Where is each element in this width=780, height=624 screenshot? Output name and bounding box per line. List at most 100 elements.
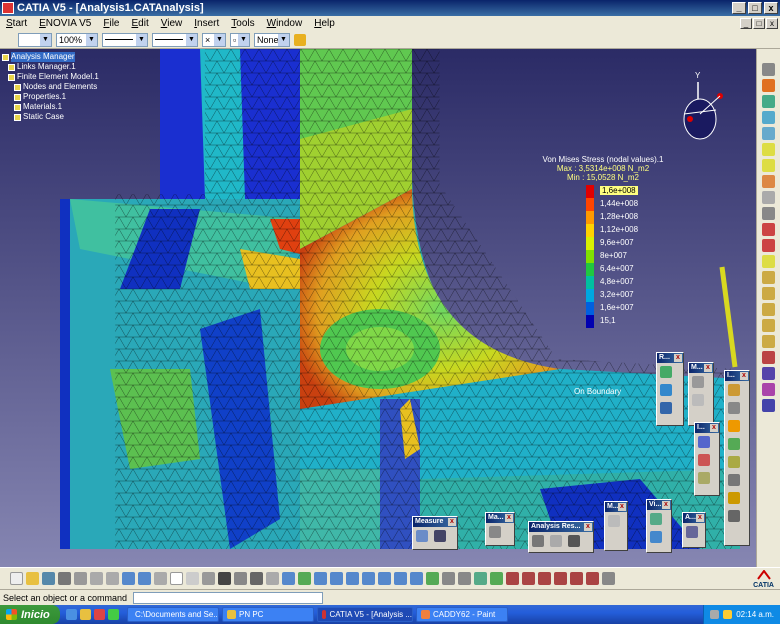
tree-node-links-manager[interactable]: Links Manager.1 <box>2 62 99 72</box>
compass[interactable]: Y <box>670 71 730 147</box>
close-icon[interactable]: x <box>704 364 712 372</box>
stress-icon[interactable] <box>647 528 665 546</box>
compute-icon[interactable] <box>725 381 743 399</box>
toolbar-tool-6-icon[interactable] <box>586 572 599 585</box>
tree-node-materials[interactable]: Materials.1 <box>2 102 99 112</box>
toolbar-icon-21[interactable] <box>762 383 775 396</box>
toolbar-tool-1-icon[interactable] <box>506 572 519 585</box>
tree-node-finite-element-model[interactable]: Finite Element Model.1 <box>2 72 99 82</box>
close-icon[interactable]: x <box>505 514 513 522</box>
pressure-icon[interactable] <box>695 451 713 469</box>
toolbar-icon-19[interactable] <box>762 351 775 364</box>
toolbar-icon-9[interactable] <box>762 191 775 204</box>
apply-material-icon[interactable] <box>490 572 503 585</box>
close-icon[interactable]: x <box>710 424 718 432</box>
measure-item-icon[interactable] <box>431 527 449 545</box>
deformation-icon[interactable] <box>647 510 665 528</box>
i-toolbar-2[interactable]: I... x <box>724 370 750 546</box>
start-button[interactable]: Inicio <box>0 605 60 624</box>
tree-node-nodes-and-elements[interactable]: Nodes and Elements <box>2 82 99 92</box>
close-icon[interactable]: x <box>448 518 456 526</box>
shading-icon[interactable] <box>426 572 439 585</box>
redo-icon[interactable] <box>138 572 151 585</box>
normal-view-icon[interactable] <box>378 572 391 585</box>
zoom-in-icon[interactable] <box>346 572 359 585</box>
close-icon[interactable]: x <box>740 372 748 380</box>
task-documents[interactable]: C:\Documents and Se... <box>127 607 219 622</box>
close-icon[interactable]: x <box>674 354 682 362</box>
slider-icon[interactable] <box>657 399 675 417</box>
multi-view-icon[interactable] <box>394 572 407 585</box>
line-type-combo[interactable]: ▼ <box>152 32 198 47</box>
toolbar-icon-8[interactable] <box>762 175 775 188</box>
toolbar-tool-5-icon[interactable] <box>570 572 583 585</box>
pan-icon[interactable] <box>314 572 327 585</box>
r-toolbar[interactable]: R... x <box>656 352 684 426</box>
point-symbol-combo[interactable]: × ▼ <box>202 32 226 47</box>
close-icon[interactable]: x <box>618 503 626 511</box>
menu-start[interactable]: Start <box>0 18 33 29</box>
menu-edit[interactable]: Edit <box>126 18 155 29</box>
toolbar-icon-22[interactable] <box>762 399 775 412</box>
i-toolbar-1[interactable]: I... x <box>694 422 720 496</box>
color-combo[interactable]: ▼ <box>18 32 52 47</box>
force-icon[interactable] <box>695 469 713 487</box>
toolbar-tool-2-icon[interactable] <box>522 572 535 585</box>
distributed-mass-icon[interactable] <box>689 391 707 409</box>
toolbar-icon-5[interactable] <box>762 127 775 140</box>
measure-toolbar[interactable]: Measure x <box>412 516 458 550</box>
formula-icon[interactable] <box>170 572 183 585</box>
zoom-out-icon[interactable] <box>362 572 375 585</box>
animate-icon[interactable] <box>683 523 701 541</box>
3d-viewport[interactable]: Analysis Manager Links Manager.1 Finite … <box>0 49 756 567</box>
menu-help[interactable]: Help <box>308 18 341 29</box>
measure-icon[interactable] <box>234 572 247 585</box>
m-toolbar-1[interactable]: M... x <box>604 501 628 551</box>
close-button[interactable]: x <box>764 2 778 14</box>
new-icon[interactable] <box>10 572 23 585</box>
extremum-icon[interactable] <box>725 453 743 471</box>
clamp-icon[interactable] <box>657 381 675 399</box>
vi-toolbar[interactable]: Vi... x <box>646 499 672 553</box>
probe-icon[interactable] <box>725 435 743 453</box>
report-icon[interactable] <box>529 532 547 550</box>
mesh-icon[interactable] <box>605 512 623 530</box>
a-toolbar[interactable]: A... x <box>682 512 706 548</box>
open-icon[interactable] <box>26 572 39 585</box>
toolbar-tool-7-icon[interactable] <box>602 572 615 585</box>
material-icon[interactable] <box>486 523 504 541</box>
quicklaunch-icon-3[interactable] <box>94 609 105 620</box>
quicklaunch-icon-4[interactable] <box>108 609 119 620</box>
task-catia[interactable]: CATIA V5 - [Analysis ... <box>317 607 413 622</box>
catalog-icon[interactable] <box>202 572 215 585</box>
menu-enovia[interactable]: ENOVIA V5 <box>33 18 97 29</box>
load-icon[interactable] <box>695 433 713 451</box>
save-icon[interactable] <box>42 572 55 585</box>
transparency-combo[interactable]: 100% ▼ <box>56 32 98 47</box>
analysis-icon[interactable] <box>250 572 263 585</box>
layer-combo[interactable]: None ▼ <box>254 32 290 47</box>
stress-color-legend[interactable]: Von Mises Stress (nodal values).1 Max : … <box>528 155 678 396</box>
doc-close-button[interactable]: x <box>766 18 778 29</box>
toolbar-icon-7[interactable] <box>762 159 775 172</box>
toolbar-icon-11[interactable] <box>762 223 775 236</box>
toolbar-tool-3-icon[interactable] <box>538 572 551 585</box>
menu-tools[interactable]: Tools <box>225 18 260 29</box>
print-icon[interactable] <box>58 572 71 585</box>
knowledge-icon[interactable] <box>186 572 199 585</box>
image-icon[interactable] <box>725 417 743 435</box>
close-icon[interactable]: x <box>584 523 592 531</box>
ma-toolbar[interactable]: Ma... x <box>485 512 515 546</box>
toolbar-icon-20[interactable] <box>762 367 775 380</box>
toolbar-icon-12[interactable] <box>762 239 775 252</box>
toolbar-icon-10[interactable] <box>762 207 775 220</box>
toolbar-icon-1[interactable] <box>762 63 775 76</box>
whats-this-icon[interactable] <box>154 572 167 585</box>
toolbar-icon-4[interactable] <box>762 111 775 124</box>
tree-node-analysis-manager[interactable]: Analysis Manager <box>2 52 99 62</box>
hide-show-icon[interactable] <box>442 572 455 585</box>
task-paint[interactable]: CADDY62 - Paint <box>416 607 508 622</box>
cut-icon[interactable] <box>74 572 87 585</box>
toolbar-icon-18[interactable] <box>762 335 775 348</box>
maximize-button[interactable]: □ <box>748 2 762 14</box>
